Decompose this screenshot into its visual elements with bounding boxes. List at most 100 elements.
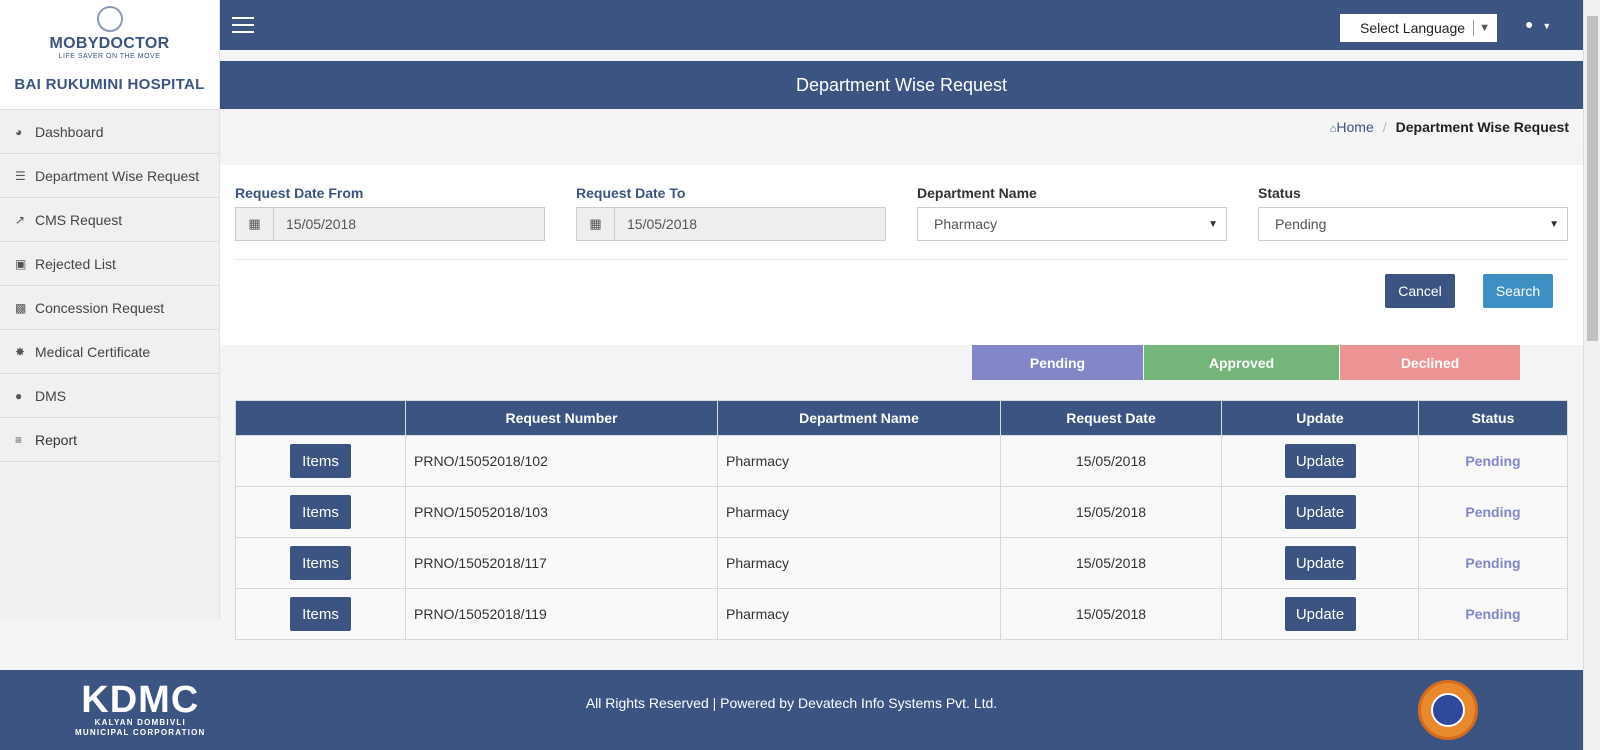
filter-panel: Request Date From ▦ Request Date To ▦ De… [220,165,1583,345]
status-label: Status [1258,185,1301,201]
status-field: Status Pending ▼ [1258,185,1568,241]
department-cell: Pharmacy [717,486,1001,538]
sidebar-item-label: Department Wise Request [35,167,200,184]
request-date-cell: 15/05/2018 [1000,435,1222,487]
date-to-group[interactable]: ▦ [576,207,886,241]
department-field: Department Name Pharmacy ▼ [917,185,1227,241]
date-from-field: Request Date From ▦ [235,185,545,241]
scrollbar-thumb[interactable] [1587,16,1598,341]
sidebar-item-label: Report [35,431,78,448]
status-cell: Pending [1418,588,1568,640]
update-cell: Update [1221,588,1419,640]
date-from-input[interactable] [274,208,544,240]
date-from-label: Request Date From [235,185,364,201]
kdmc-logo-line2: MUNICIPAL CORPORATION [75,728,206,737]
update-cell: Update [1221,537,1419,589]
update-button[interactable]: Update [1284,546,1356,580]
sidebar-item-label: Dashboard [35,123,104,140]
logo-name: MOBYDOCTOR [49,35,170,52]
hospital-name: BAI RUKUMINI HOSPITAL [14,76,205,93]
certificate-icon: ✸ [15,344,26,359]
column-header-actions [235,400,406,436]
column-header-request-date: Request Date [1000,400,1222,436]
column-header-department: Department Name [717,400,1001,436]
user-menu[interactable]: ● ▼ [1525,16,1551,32]
cancel-button[interactable]: Cancel [1385,274,1455,308]
request-date-cell: 15/05/2018 [1000,537,1222,589]
request-number-cell: PRNO/15052018/102 [405,435,718,487]
sidebar-item-dms[interactable]: ● DMS [0,374,219,418]
request-number-cell: PRNO/15052018/117 [405,537,718,589]
table-row: Items PRNO/15052018/103 Pharmacy 15/05/2… [235,486,1568,538]
status-cell: Pending [1418,435,1568,487]
department-cell: Pharmacy [717,435,1001,487]
items-button[interactable]: Items [290,597,351,631]
language-select[interactable]: Select Language ▼ [1340,14,1497,42]
breadcrumb-home-link[interactable]: ⌂Home [1330,119,1374,135]
page-title: Department Wise Request [220,61,1583,109]
status-badge: Pending [1465,504,1521,520]
breadcrumb-current: Department Wise Request [1395,119,1569,135]
vertical-scrollbar[interactable] [1583,0,1600,750]
department-select-value: Pharmacy [934,216,998,232]
legend-approved: Approved [1144,345,1339,380]
footer-copyright: All Rights Reserved | Powered by Devatec… [585,695,998,711]
sidebar-item-rejected-list[interactable]: ▣ Rejected List [0,242,219,286]
table-row: Items PRNO/15052018/117 Pharmacy 15/05/2… [235,537,1568,589]
department-cell: Pharmacy [717,537,1001,589]
menu-toggle-icon[interactable] [232,17,254,33]
items-button[interactable]: Items [290,495,351,529]
sidebar-item-cms-request[interactable]: ↗ CMS Request [0,198,219,242]
sidebar-item-label: DMS [35,387,67,404]
table-header-row: Request Number Department Name Request D… [235,400,1568,436]
sidebar-item-dashboard[interactable]: ◕ Dashboard [0,110,219,154]
user-icon: ● [15,388,23,403]
calendar-icon[interactable]: ▦ [236,208,274,240]
status-select[interactable]: Pending ▼ [1258,207,1568,241]
breadcrumb: ⌂Home / Department Wise Request [220,109,1583,145]
brand-area: MOBYDOCTOR LIFE SAVER ON THE MOVE BAI RU… [0,0,219,110]
sidebar-item-label: CMS Request [35,211,123,228]
status-badge: Pending [1465,606,1521,622]
column-header-update: Update [1221,400,1419,436]
sidebar-item-medical-certificate[interactable]: ✸ Medical Certificate [0,330,219,374]
chevron-down-icon: ▼ [1208,218,1218,230]
actions-cell: Items [235,588,406,640]
user-icon: ● [1525,16,1534,32]
department-label: Department Name [917,185,1037,201]
legend-declined: Declined [1340,345,1520,380]
items-button[interactable]: Items [290,546,351,580]
mobydoctor-logo[interactable]: MOBYDOCTOR LIFE SAVER ON THE MOVE [0,0,219,66]
sidebar-item-label: Medical Certificate [35,343,151,360]
date-from-group[interactable]: ▦ [235,207,545,241]
sidebar: MOBYDOCTOR LIFE SAVER ON THE MOVE BAI RU… [0,0,220,620]
chevron-down-icon: ▼ [1549,218,1559,230]
items-button[interactable]: Items [290,444,351,478]
dashboard-icon: ◕ [15,124,23,139]
date-to-input[interactable] [615,208,885,240]
status-badge: Pending [1465,555,1521,571]
table-row: Items PRNO/15052018/102 Pharmacy 15/05/2… [235,435,1568,487]
sidebar-item-label: Concession Request [35,299,165,316]
update-button[interactable]: Update [1284,597,1356,631]
date-to-label: Request Date To [576,185,686,201]
column-header-request-number: Request Number [405,400,718,436]
status-badge: Pending [1465,453,1521,469]
breadcrumb-separator: / [1382,119,1387,135]
update-cell: Update [1221,486,1419,538]
sidebar-item-label: Rejected List [35,255,116,272]
department-select[interactable]: Pharmacy ▼ [917,207,1227,241]
search-button[interactable]: Search [1483,274,1553,308]
request-number-cell: PRNO/15052018/119 [405,588,718,640]
status-select-value: Pending [1275,216,1327,232]
calendar-icon[interactable]: ▦ [577,208,615,240]
actions-cell: Items [235,435,406,487]
sidebar-item-department-wise-request[interactable]: ☰ Department Wise Request [0,154,219,198]
update-button[interactable]: Update [1284,444,1356,478]
actions-cell: Items [235,486,406,538]
money-icon: ▩ [15,300,27,315]
sidebar-item-concession-request[interactable]: ▩ Concession Request [0,286,219,330]
sidebar-item-report[interactable]: ≡ Report [0,418,219,462]
date-to-field: Request Date To ▦ [576,185,886,241]
update-button[interactable]: Update [1284,495,1356,529]
